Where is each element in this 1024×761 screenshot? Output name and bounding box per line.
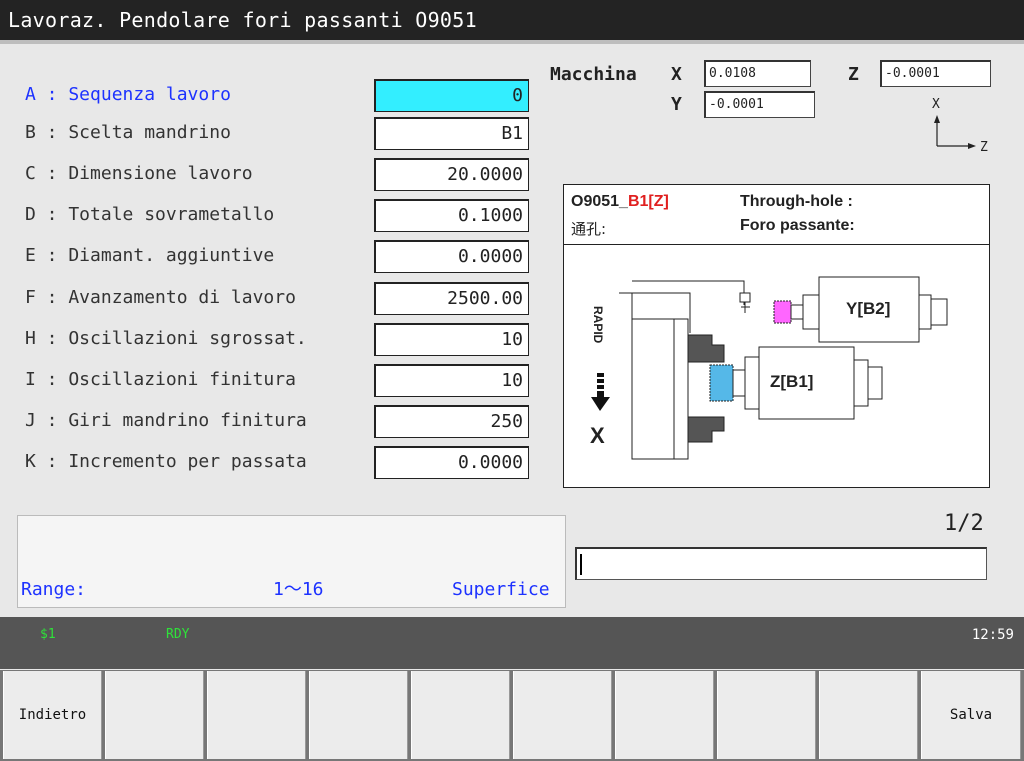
softkey-5[interactable]	[411, 671, 510, 759]
param-label: E : Diamant. aggiuntive	[25, 245, 275, 266]
machine-x-value: 0.0108	[704, 60, 811, 87]
diagram-program-code: O9051_B1[Z]	[571, 193, 669, 211]
param-label: K : Incremento per passata	[25, 451, 307, 472]
softkey-3[interactable]	[207, 671, 306, 759]
machine-z-value: -0.0001	[880, 60, 991, 87]
param-field-scelta-mandrino[interactable]: B1	[374, 117, 529, 150]
param-field-totale-sovrametallo[interactable]: 0.1000	[374, 199, 529, 232]
softkey-bar: Indietro Salva	[0, 670, 1024, 761]
machine-y-label: Y	[671, 94, 682, 115]
range-value: 1～16	[273, 579, 324, 600]
machine-y-value: -0.0001	[704, 91, 815, 118]
axis-z-label: Z	[980, 140, 988, 155]
diagram-spindle-z: Z[B1]	[770, 372, 814, 391]
diagram-header: O9051_B1[Z] Through-hole : 通孔: Foro pass…	[564, 185, 989, 245]
param-row-h[interactable]: H : Oscillazioni sgrossat. 10	[0, 320, 540, 358]
title-divider	[0, 40, 1024, 44]
param-row-b[interactable]: B : Scelta mandrino B1	[0, 114, 540, 152]
param-label: A : Sequenza lavoro	[25, 84, 231, 105]
softkey-7[interactable]	[615, 671, 714, 759]
param-row-a[interactable]: A : Sequenza lavoro 0	[0, 76, 540, 114]
param-label: F : Avanzamento di lavoro	[25, 287, 296, 308]
data-input-line[interactable]	[575, 547, 987, 580]
machine-x-label: X	[671, 64, 682, 85]
diagram-code: O9051_	[571, 193, 628, 210]
softkey-2[interactable]	[105, 671, 204, 759]
param-row-f[interactable]: F : Avanzamento di lavoro 2500.00	[0, 279, 540, 317]
param-field-incremento-passata[interactable]: 0.0000	[374, 446, 529, 479]
param-row-i[interactable]: I : Oscillazioni finitura 10	[0, 361, 540, 399]
softkey-indietro[interactable]: Indietro	[3, 671, 102, 759]
diagram-spindle-tag: B1[Z]	[627, 193, 669, 210]
param-field-sequenza-lavoro[interactable]: 0	[374, 79, 529, 112]
param-row-e[interactable]: E : Diamant. aggiuntive 0.0000	[0, 237, 540, 275]
param-row-d[interactable]: D : Totale sovrametallo 0.1000	[0, 196, 540, 234]
diagram-x-direction: X	[590, 423, 605, 448]
param-field-dimensione-lavoro[interactable]: 20.0000	[374, 158, 529, 191]
window-title: Lavoraz. Pendolare fori passanti O9051	[0, 0, 1024, 40]
softkey-salva[interactable]: Salva	[921, 671, 1021, 759]
param-row-j[interactable]: J : Giri mandrino finitura 250	[0, 402, 540, 440]
softkey-8[interactable]	[717, 671, 816, 759]
param-label: I : Oscillazioni finitura	[25, 369, 296, 390]
input-guidance-panel: Range: 1～16 Superfice	[17, 515, 566, 608]
param-label: C : Dimensione lavoro	[25, 163, 253, 184]
param-label: D : Totale sovrametallo	[25, 204, 275, 225]
param-field-diamant-aggiuntive[interactable]: 0.0000	[374, 240, 529, 273]
diagram-through-hole: Through-hole :	[740, 193, 853, 210]
channel-indicator: $1	[40, 627, 56, 642]
status-bar: $1 RDY 12:59	[0, 617, 1024, 669]
param-field-giri-mandrino-finitura[interactable]: 250	[374, 405, 529, 438]
machine-z-label: Z	[848, 64, 859, 85]
param-label: B : Scelta mandrino	[25, 122, 231, 143]
diagram-rapid-label: RAPID	[591, 306, 605, 344]
param-field-oscillazioni-sgrossat[interactable]: 10	[374, 323, 529, 356]
softkey-9[interactable]	[819, 671, 918, 759]
axis-orientation-icon: X Z	[925, 97, 995, 160]
ready-indicator: RDY	[166, 627, 190, 642]
param-label: H : Oscillazioni sgrossat.	[25, 328, 307, 349]
param-row-k[interactable]: K : Incremento per passata 0.0000	[0, 443, 540, 481]
softkey-4[interactable]	[309, 671, 408, 759]
param-field-avanzamento-lavoro[interactable]: 2500.00	[374, 282, 529, 315]
machine-label: Macchina	[550, 64, 637, 85]
diagram-chinese-label: 通孔:	[571, 220, 607, 238]
param-field-oscillazioni-finitura[interactable]: 10	[374, 364, 529, 397]
clock: 12:59	[971, 627, 1014, 643]
surface-label: Superfice	[452, 579, 550, 600]
range-label: Range:	[21, 579, 87, 600]
text-cursor	[580, 554, 582, 575]
axis-x-label: X	[932, 97, 940, 112]
param-label: J : Giri mandrino finitura	[25, 410, 307, 431]
softkey-6[interactable]	[513, 671, 612, 759]
page-indicator: 1/2	[944, 511, 984, 536]
machining-illustration	[591, 276, 948, 460]
cycle-diagram: O9051_B1[Z] Through-hole : 通孔: Foro pass…	[563, 184, 990, 488]
diagram-spindle-y: Y[B2]	[846, 299, 891, 318]
param-row-c[interactable]: C : Dimensione lavoro 20.0000	[0, 155, 540, 193]
diagram-foro-passante: Foro passante:	[740, 217, 855, 234]
